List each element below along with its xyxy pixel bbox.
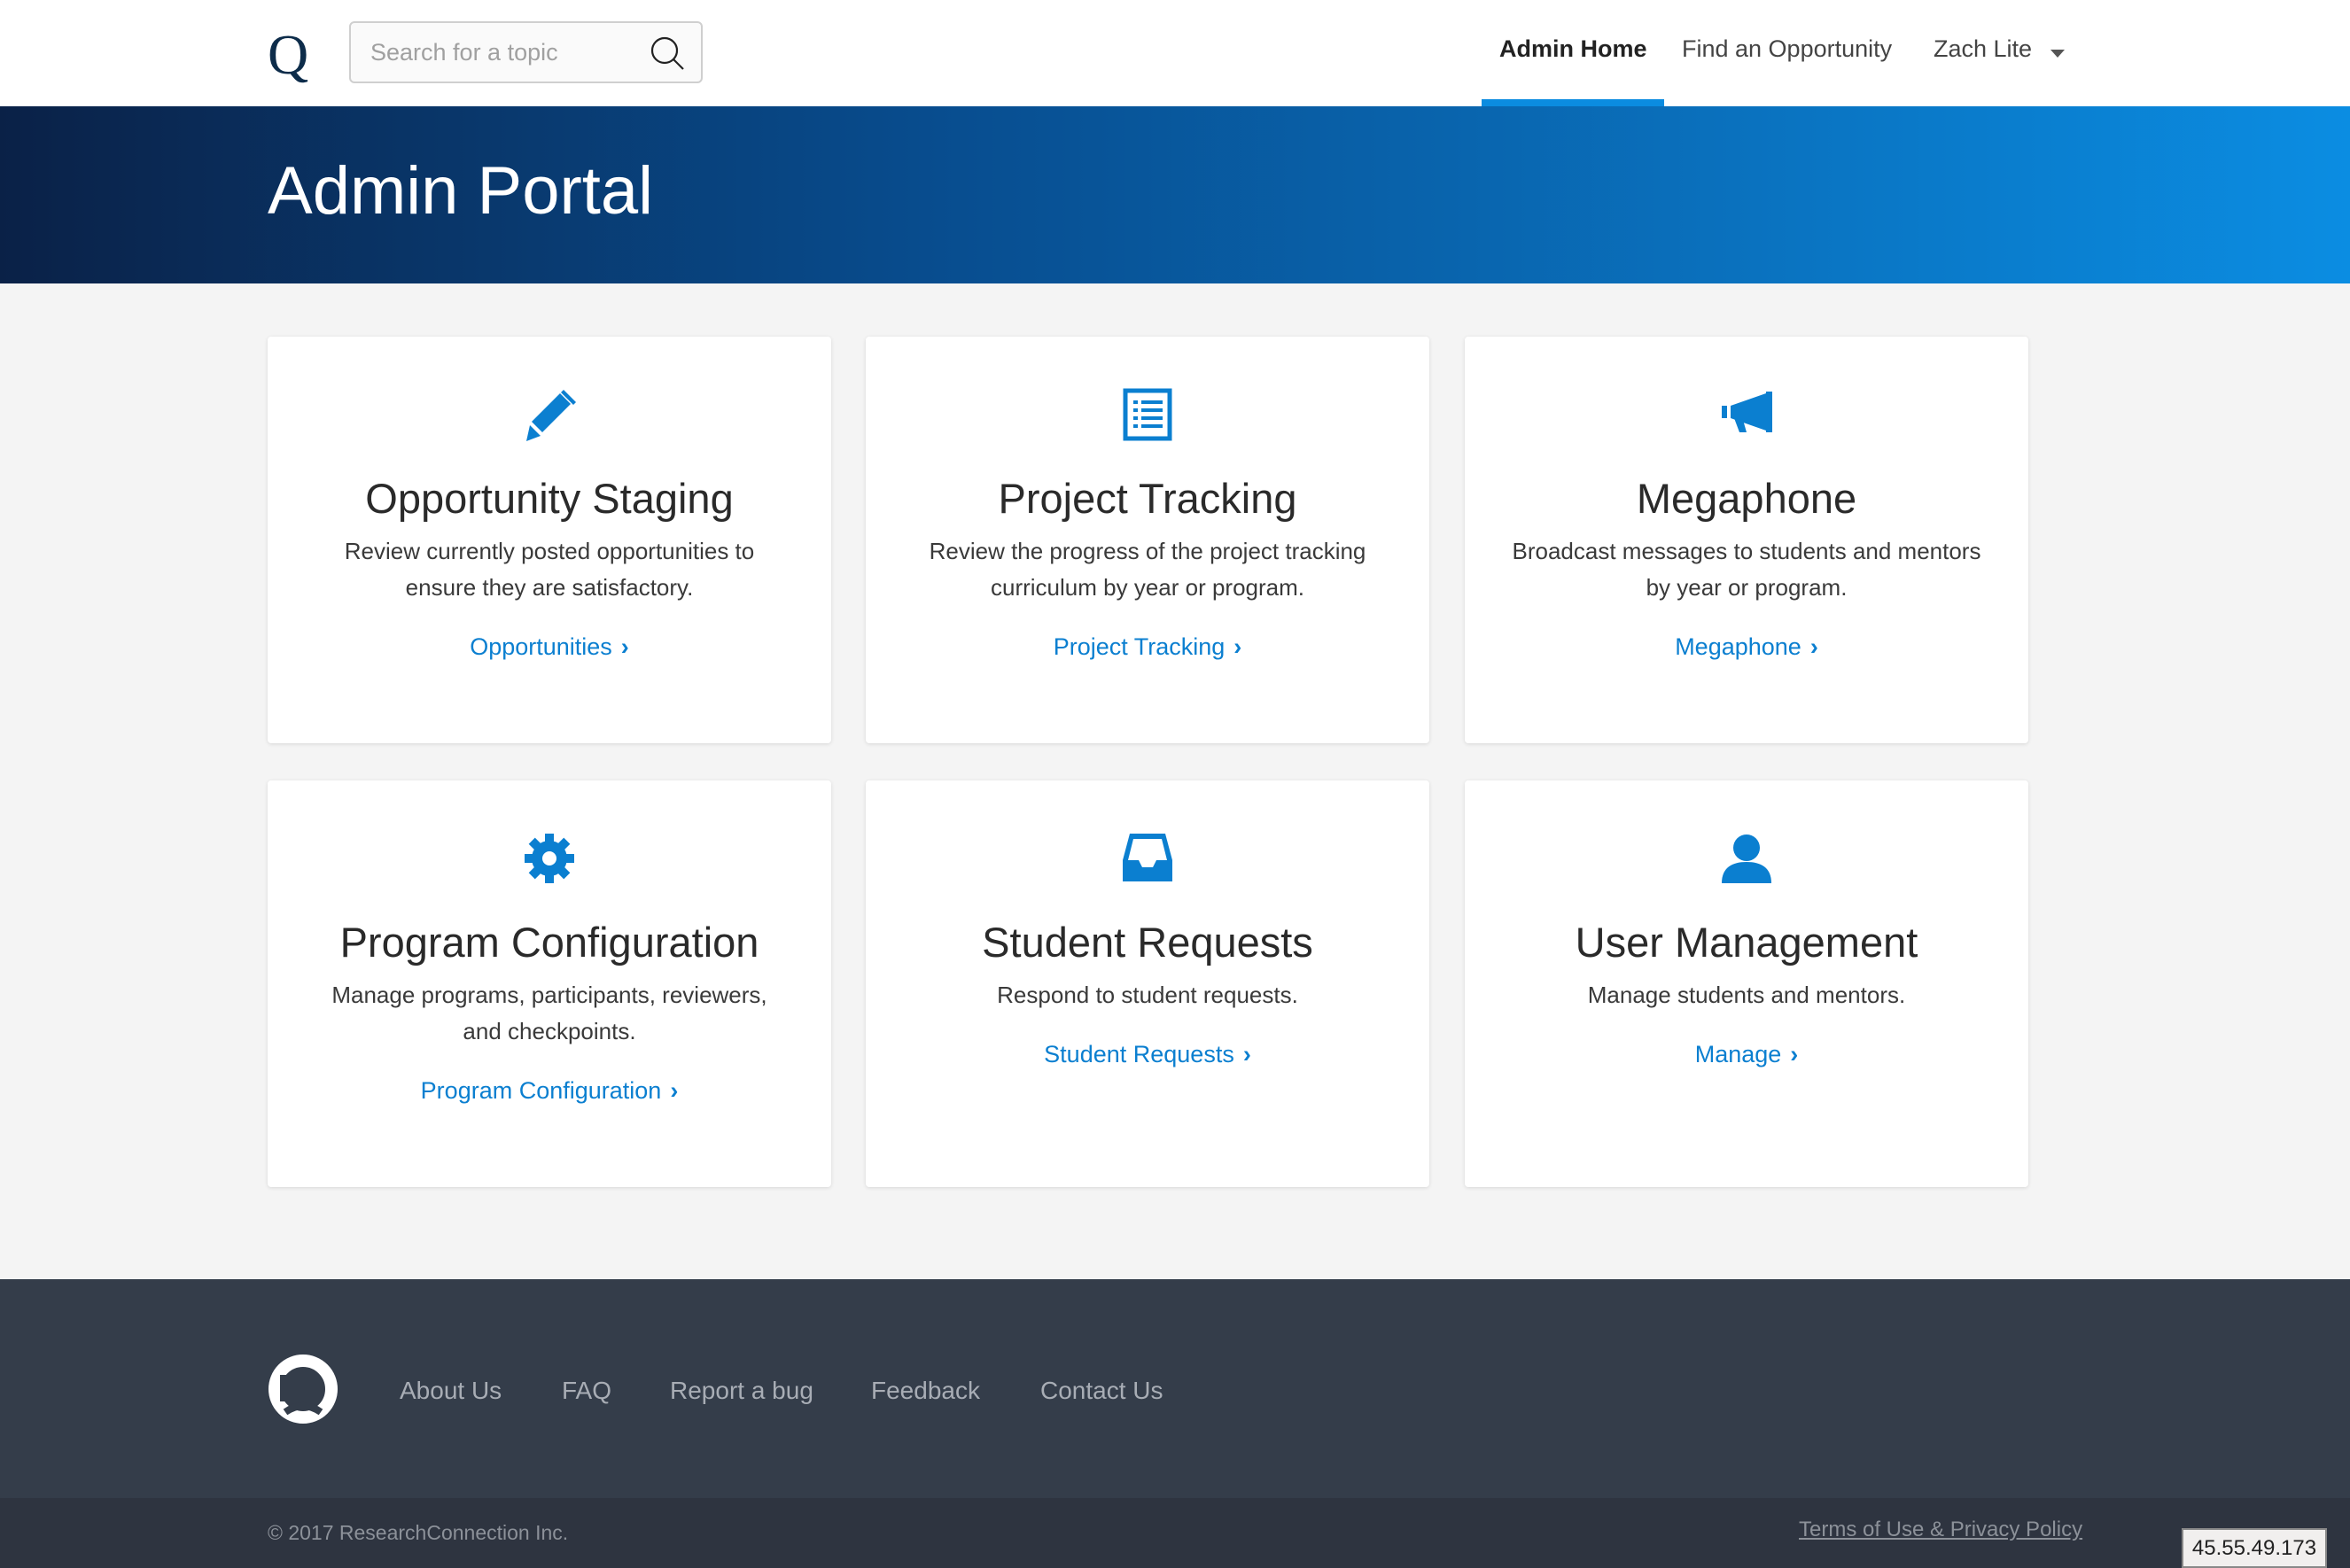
footer-feedback-link[interactable]: Feedback (871, 1377, 980, 1405)
chevron-right-icon: › (1242, 1041, 1251, 1067)
card-program-configuration: Program Configuration Manage programs, p… (268, 780, 831, 1187)
copyright: © 2017 ResearchConnection Inc. (268, 1521, 569, 1544)
card-user-management: User Management Manage students and ment… (1465, 780, 2028, 1187)
megaphone-link[interactable]: Megaphone › (1465, 633, 2028, 661)
card-description: Review the progress of the project track… (929, 538, 1366, 601)
nav-admin-home[interactable]: Admin Home (1499, 35, 1647, 63)
search-input[interactable] (370, 23, 636, 82)
card-opportunity-staging: Opportunity Staging Review currently pos… (268, 337, 831, 743)
chevron-right-icon: › (1809, 633, 1818, 660)
gear-icon (268, 832, 831, 889)
link-label: Program Configuration (420, 1077, 662, 1104)
opportunities-link[interactable]: Opportunities › (268, 633, 831, 661)
card-title: User Management (1575, 919, 1918, 966)
card-title: Program Configuration (339, 919, 759, 966)
link-label: Project Tracking (1053, 633, 1226, 660)
card-title: Megaphone (1636, 475, 1857, 522)
user-icon (1465, 832, 2028, 889)
top-nav: Q Admin Home Find an Opportunity Zach Li… (0, 0, 2350, 106)
card-description: Review currently posted opportunities to… (344, 538, 755, 601)
link-label: Opportunities (470, 633, 612, 660)
link-label: Student Requests (1044, 1041, 1234, 1067)
search-icon[interactable] (650, 35, 687, 77)
card-title: Project Tracking (998, 475, 1297, 522)
page-banner: Admin Portal (0, 106, 2350, 283)
card-project-tracking: Project Tracking Review the progress of … (866, 337, 1429, 743)
list-icon (866, 388, 1429, 445)
link-label: Manage (1694, 1041, 1782, 1067)
nav-user-menu[interactable]: Zach Lite (1934, 35, 2032, 63)
card-description: Broadcast messages to students and mento… (1512, 538, 1981, 601)
pencil-icon (268, 388, 831, 445)
megaphone-icon (1465, 388, 2028, 445)
card-description: Respond to student requests. (997, 982, 1298, 1008)
project-tracking-link[interactable]: Project Tracking › (866, 633, 1429, 661)
footer-about-link[interactable]: About Us (400, 1377, 502, 1405)
card-student-requests: Student Requests Respond to student requ… (866, 780, 1429, 1187)
q-logo[interactable]: Q (268, 27, 308, 83)
chevron-right-icon: › (1233, 633, 1242, 660)
chevron-down-icon[interactable] (2050, 50, 2065, 58)
inbox-icon (866, 832, 1429, 889)
program-configuration-link[interactable]: Program Configuration › (268, 1077, 831, 1105)
card-megaphone: Megaphone Broadcast messages to students… (1465, 337, 2028, 743)
footer-logo-icon[interactable] (268, 1354, 338, 1429)
footer-faq-link[interactable]: FAQ (562, 1377, 611, 1405)
active-tab-indicator (1482, 99, 1664, 106)
student-requests-link[interactable]: Student Requests › (866, 1041, 1429, 1068)
footer-report-bug-link[interactable]: Report a bug (670, 1377, 813, 1405)
link-label: Megaphone (1675, 633, 1801, 660)
search-box[interactable] (349, 21, 703, 83)
card-title: Student Requests (982, 919, 1313, 966)
footer-contact-link[interactable]: Contact Us (1040, 1377, 1163, 1405)
chevron-right-icon: › (670, 1077, 679, 1104)
footer: About Us FAQ Report a bug Feedback Conta… (0, 1279, 2350, 1498)
chevron-right-icon: › (620, 633, 629, 660)
card-description: Manage students and mentors. (1587, 982, 1906, 1008)
page-title: Admin Portal (268, 153, 654, 229)
footer-bottom-bar: © 2017 ResearchConnection Inc. Terms of … (0, 1498, 2350, 1568)
manage-link[interactable]: Manage › (1465, 1041, 2028, 1068)
ip-address-badge: 45.55.49.173 (2182, 1528, 2327, 1568)
nav-find-opportunity[interactable]: Find an Opportunity (1682, 35, 1892, 63)
card-description: Manage programs, participants, reviewers… (331, 982, 767, 1044)
chevron-right-icon: › (1790, 1041, 1799, 1067)
card-title: Opportunity Staging (365, 475, 734, 522)
terms-privacy-link[interactable]: Terms of Use & Privacy Policy (1799, 1518, 2082, 1542)
